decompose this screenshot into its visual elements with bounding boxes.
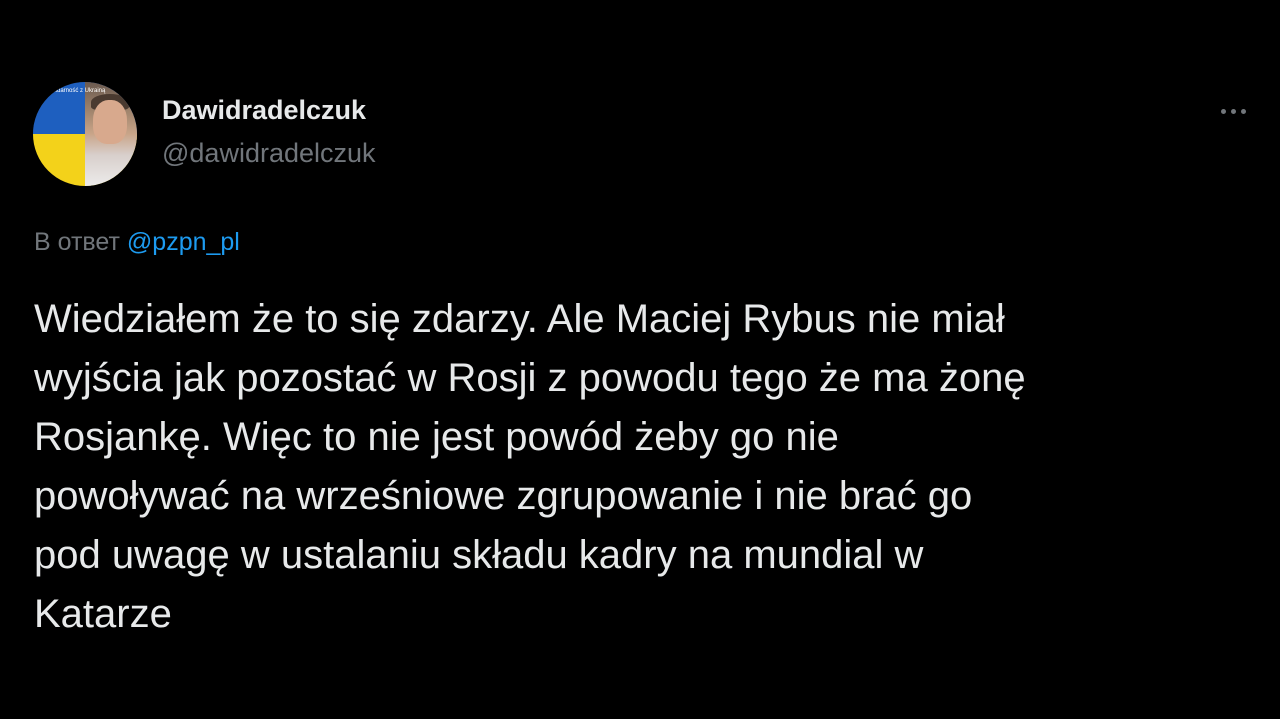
reply-prefix: В ответ xyxy=(34,228,120,256)
avatar-banner-text: Solidarność z Ukrainą xyxy=(47,88,106,94)
avatar-face xyxy=(93,100,127,144)
reply-context: В ответ @pzpn_pl xyxy=(34,228,240,257)
more-horizontal-icon xyxy=(1220,108,1226,114)
tweet-text: Wiedziałem że to się zdarzy. Ale Maciej … xyxy=(34,297,1026,636)
more-horizontal-icon xyxy=(1230,108,1236,114)
user-handle[interactable]: @dawidradelczuk xyxy=(162,138,376,169)
tweet: Solidarność z Ukrainą Dawidradelczuk @da… xyxy=(0,0,1280,719)
more-options-button[interactable] xyxy=(1213,96,1253,126)
display-name[interactable]: Dawidradelczuk xyxy=(162,95,366,126)
avatar[interactable]: Solidarność z Ukrainą xyxy=(33,82,137,186)
more-horizontal-icon xyxy=(1240,108,1246,114)
reply-mention-link[interactable]: @pzpn_pl xyxy=(127,228,240,256)
